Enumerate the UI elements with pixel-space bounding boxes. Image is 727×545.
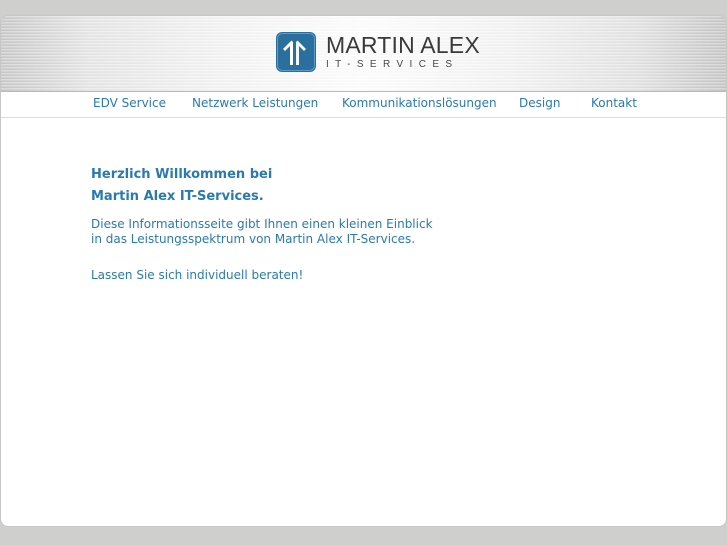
intro-text-line2: in das Leistungsspektrum von Martin Alex… [91,232,416,246]
nav-item-kommunikationsloesungen[interactable]: Kommunikationslösungen [342,95,497,111]
arrows-up-logo-icon [276,32,316,72]
main-content: Herzlich Willkommen bei Martin Alex IT-S… [91,164,491,283]
brand-tagline: IT-SERVICES [326,59,459,70]
brand-name: MARTIN ALEX [326,32,480,58]
nav-item-edv-service[interactable]: EDV Service [93,95,166,111]
main-navigation: EDV Service Netzwerk Leistungen Kommunik… [1,92,726,118]
welcome-heading-line2: Martin Alex IT-Services. [91,189,264,204]
nav-item-kontakt[interactable]: Kontakt [591,95,637,111]
page-container: MARTIN ALEX IT-SERVICES EDV Service Netz… [1,16,726,526]
welcome-heading: Herzlich Willkommen bei Martin Alex IT-S… [91,164,491,208]
intro-text-line1: Diese Informationsseite gibt Ihnen einen… [91,217,433,231]
header-banner: MARTIN ALEX IT-SERVICES [1,16,726,92]
intro-text: Diese Informationsseite gibt Ihnen einen… [91,217,491,247]
nav-item-netzwerk-leistungen[interactable]: Netzwerk Leistungen [192,95,318,111]
consultation-text: Lassen Sie sich individuell beraten! [91,268,304,282]
logo[interactable]: MARTIN ALEX IT-SERVICES [276,32,480,72]
welcome-heading-line1: Herzlich Willkommen bei [91,167,273,182]
nav-item-design[interactable]: Design [519,95,560,111]
